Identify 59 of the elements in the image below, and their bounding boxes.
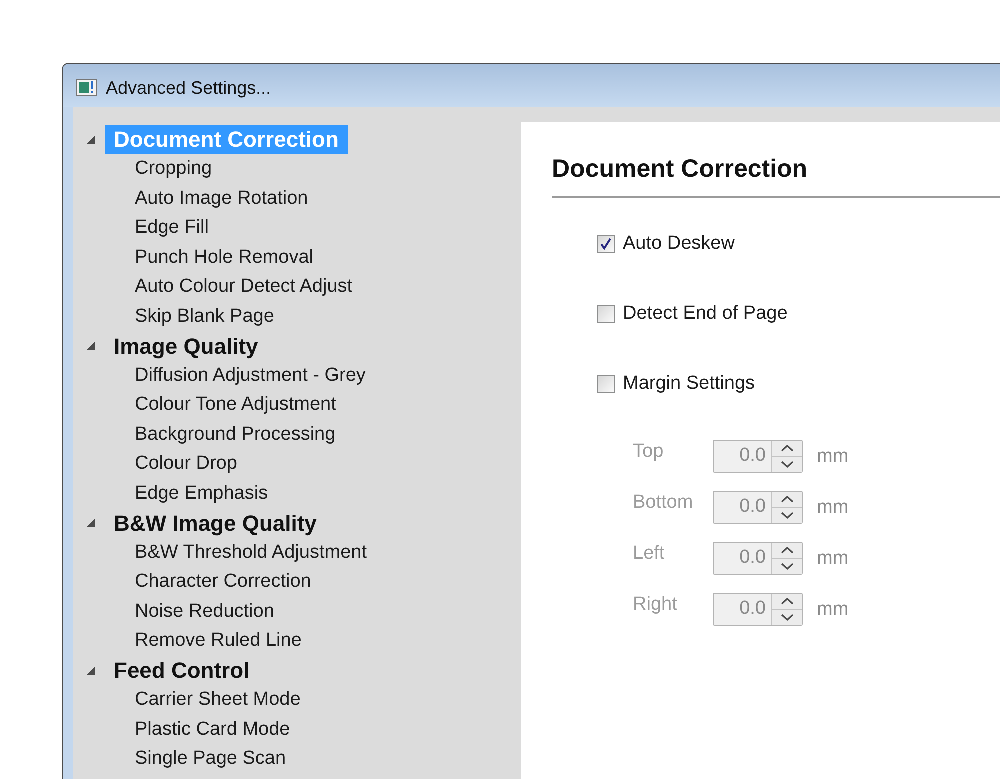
tree-item[interactable]: Carrier Sheet Mode: [126, 686, 310, 714]
unit-label: mm: [817, 547, 849, 571]
checkbox[interactable]: [597, 375, 615, 393]
tree-item[interactable]: Character Correction: [126, 568, 320, 596]
section-heading: Document Correction: [552, 154, 808, 184]
tree-item[interactable]: Plastic Card Mode: [126, 716, 300, 744]
checkbox-label[interactable]: Detect End of Page: [623, 302, 788, 326]
spin-down-button[interactable]: [772, 610, 802, 625]
tree-item[interactable]: Cropping: [126, 156, 222, 183]
spin-down-button[interactable]: [772, 559, 802, 574]
field-label: Left: [633, 542, 666, 566]
tree-item[interactable]: Edge Fill: [126, 214, 218, 242]
checkmark-icon: [600, 238, 612, 250]
tree-group-item[interactable]: Image Quality: [105, 332, 268, 361]
field-label: Top: [633, 440, 665, 464]
tree-item[interactable]: Background Processing: [126, 421, 345, 448]
tree-item[interactable]: Edge Emphasis: [126, 480, 278, 508]
unit-label: mm: [817, 598, 849, 622]
tree-group-item[interactable]: Feed Control: [105, 656, 259, 686]
spin-up-button[interactable]: [772, 543, 802, 559]
expanded-triangle-icon[interactable]: [87, 519, 95, 528]
tree-item[interactable]: Single Page Scan: [126, 746, 296, 773]
tree-item[interactable]: Punch Hole Removal: [126, 244, 322, 272]
checkbox-label[interactable]: Margin Settings: [623, 372, 756, 396]
expanded-triangle-icon[interactable]: [87, 666, 95, 675]
chevron-down-icon: [780, 614, 794, 621]
chevron-down-icon: [780, 461, 794, 468]
window-title: Advanced Settings...: [106, 76, 272, 98]
window-app-icon: [76, 79, 97, 96]
expanded-triangle-icon[interactable]: [87, 136, 95, 144]
unit-label: mm: [817, 496, 849, 520]
tree-group-item[interactable]: B&W Image Quality: [105, 508, 326, 538]
checkbox[interactable]: [597, 305, 615, 323]
spin-up-button[interactable]: [772, 594, 802, 610]
spin-down-button[interactable]: [772, 508, 802, 523]
chevron-up-icon: [780, 547, 794, 554]
chevron-up-icon: [780, 496, 794, 503]
chevron-up-icon: [780, 598, 794, 605]
tree-item[interactable]: Remove Ruled Line: [126, 628, 311, 655]
tree-item[interactable]: B&W Threshold Adjustment: [126, 539, 376, 566]
chevron-down-icon: [780, 512, 794, 519]
tree-item[interactable]: Noise Reduction: [126, 598, 284, 626]
tree-item[interactable]: Auto Colour Detect Adjust: [126, 274, 362, 301]
spin-down-button[interactable]: [772, 457, 802, 472]
spin-up-button[interactable]: [772, 492, 802, 508]
unit-label: mm: [817, 445, 849, 469]
chevron-down-icon: [780, 563, 794, 570]
field-label: Bottom: [633, 491, 694, 515]
tree-item[interactable]: Skip Blank Page: [126, 303, 284, 330]
expanded-triangle-icon[interactable]: [87, 342, 95, 350]
tree-item[interactable]: Colour Drop: [126, 450, 246, 478]
spin-up-button[interactable]: [772, 441, 802, 457]
tree-item[interactable]: Auto Image Rotation: [126, 185, 318, 212]
tree-item[interactable]: Diffusion Adjustment - Grey: [126, 362, 375, 390]
tree-item[interactable]: Colour Tone Adjustment: [126, 392, 346, 419]
chevron-up-icon: [780, 445, 794, 452]
field-label: Right: [633, 593, 678, 617]
checkbox-label[interactable]: Auto Deskew: [623, 232, 735, 256]
checkbox[interactable]: [597, 235, 615, 253]
